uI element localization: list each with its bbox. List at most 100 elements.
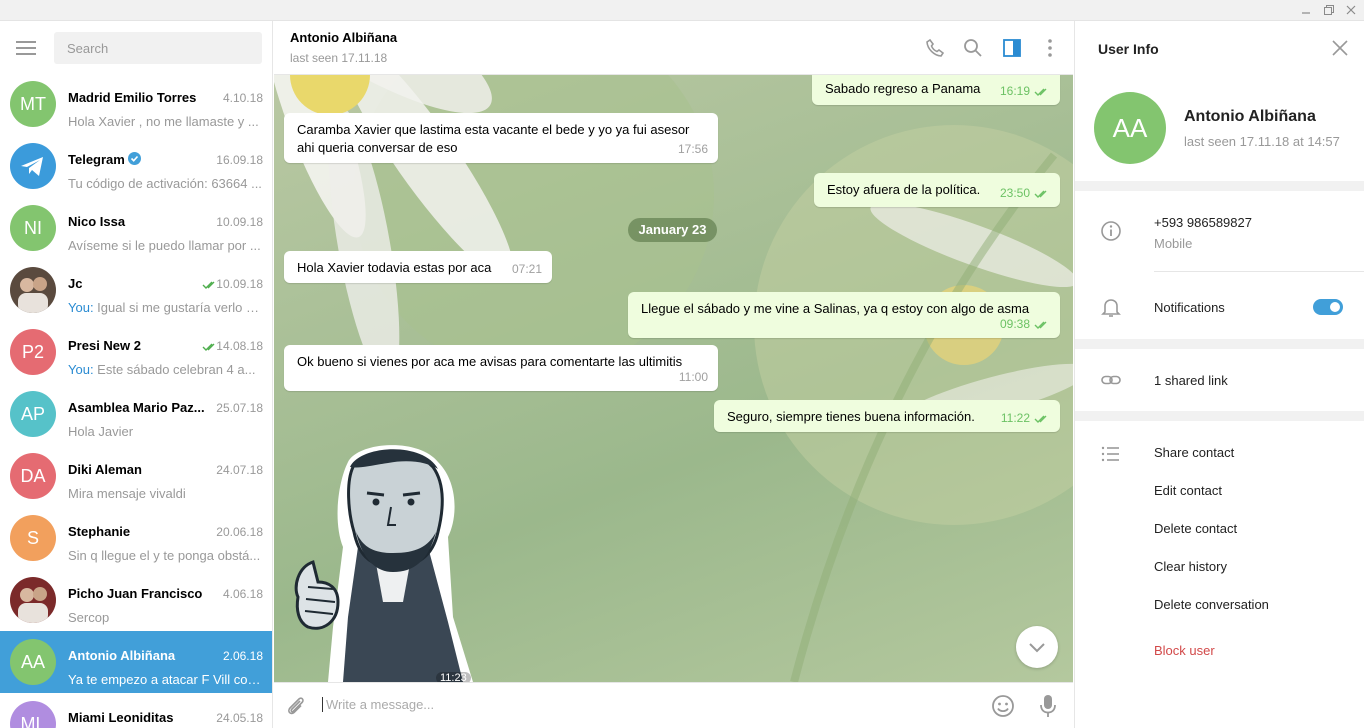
chat-name-text: Asamblea Mario Paz... (68, 400, 205, 415)
avatar: DA (10, 453, 56, 499)
contact-details-section: +593 986589827 Mobile Notifications (1075, 191, 1364, 339)
sidebar-toggle-icon[interactable] (1002, 38, 1022, 58)
search-input[interactable]: Search (54, 32, 262, 64)
sender-prefix: You: (68, 362, 98, 377)
message-time: 23:50 (999, 186, 1030, 200)
clear-history-action[interactable]: Clear history (1154, 559, 1227, 574)
message-text: Estoy afuera de la política. (827, 182, 981, 197)
message-text: Llegue el sábado y me vine a Salinas, ya… (641, 301, 1030, 316)
chat-name-text: Presi New 2 (68, 338, 141, 353)
message-text: Seguro, siempre tienes buena información… (727, 409, 975, 424)
emoji-icon[interactable] (991, 694, 1015, 718)
message-bubble[interactable]: Hola Xavier todavia estas por aca 07:21 (284, 251, 552, 283)
message-area[interactable]: Sabado regreso a Panama 16:19 Caramba Xa… (274, 75, 1073, 682)
chat-preview-text: Avíseme si le puedo llamar por ... (68, 238, 261, 253)
chat-preview: Hola Javier (68, 424, 263, 439)
sticker-time: 11:23 (436, 672, 471, 682)
chat-preview-text: Este sábado celebran 4 a... (97, 362, 256, 377)
chat-preview: Hola Xavier , no me llamaste y ... (68, 114, 263, 129)
chat-name: Jc (68, 276, 208, 291)
message-bubble[interactable]: Sabado regreso a Panama 16:19 (812, 75, 1060, 105)
double-check-icon (1034, 321, 1047, 329)
chat-preview-text: Igual si me gustaría verlo s... (97, 300, 263, 315)
delete-contact-action[interactable]: Delete contact (1154, 521, 1237, 536)
notifications-label: Notifications (1154, 300, 1225, 315)
chat-list-item[interactable]: Picho Juan Francisco 4.06.18 Sercop (0, 569, 272, 631)
chat-preview: You: Este sábado celebran 4 a... (68, 362, 263, 377)
edit-contact-action[interactable]: Edit contact (1154, 483, 1222, 498)
chat-list-item[interactable]: S Stephanie 20.06.18 Sin q llegue el y te p… (0, 507, 272, 569)
minimize-icon[interactable] (1299, 3, 1313, 17)
photo-avatar-icon (18, 587, 48, 623)
chat-name: Asamblea Mario Paz... (68, 400, 208, 415)
sender-prefix: You: (68, 300, 98, 315)
search-icon[interactable] (963, 38, 983, 58)
chat-list-item[interactable]: Jc 10.09.18 You: Igual si me gustaría verl… (0, 259, 272, 321)
peer-name[interactable]: Antonio Albiñana (290, 30, 397, 45)
chat-list-item[interactable]: P2 Presi New 2 14.08.18 You: Este sábado ce… (0, 321, 272, 383)
chat-date: 4.06.18 (222, 587, 263, 601)
chat-preview: Sin q llegue el y te ponga obstá... (68, 548, 263, 563)
avatar[interactable]: AA (1094, 92, 1166, 164)
telegram-logo-icon (21, 157, 43, 176)
avatar: AA (10, 639, 56, 685)
chat-list-item[interactable]: NI Nico Issa 10.09.18 Avíseme si le puedo l… (0, 197, 272, 259)
close-icon[interactable] (1332, 40, 1348, 56)
notifications-toggle[interactable] (1313, 299, 1343, 315)
microphone-icon[interactable] (1038, 694, 1058, 718)
chat-preview-text: Sercop (68, 610, 110, 625)
contact-name: Antonio Albiñana (1184, 108, 1316, 125)
scroll-down-button[interactable] (1016, 626, 1058, 668)
chat-preview-text: Hola Xavier , no me llamaste y ... (68, 114, 259, 129)
chat-list-item[interactable]: Telegram 16.09.18 Tu código de activación:… (0, 135, 272, 197)
paperclip-icon[interactable] (285, 695, 307, 717)
date-separator: January 23 (628, 218, 717, 242)
close-icon[interactable] (1344, 3, 1358, 17)
chat-name-text: Antonio Albiñana (68, 648, 176, 663)
message-text: Sabado regreso a Panama (825, 81, 981, 96)
chat-list-panel: Search MT Madrid Emilio Torres 4.10.18 Hola… (0, 21, 273, 728)
composer: Write a message... (274, 682, 1073, 728)
info-icon (1101, 221, 1121, 241)
lincoln-sticker[interactable] (288, 437, 478, 682)
avatar (10, 267, 56, 313)
message-bubble[interactable]: Caramba Xavier que lastima esta vacante … (284, 113, 718, 163)
chat-preview: Tu código de activación: 63664 ... (68, 176, 263, 191)
chat-date: 20.06.18 (216, 525, 263, 539)
message-bubble[interactable]: Ok bueno si vienes por aca me avisas par… (284, 345, 718, 391)
window-titlebar (0, 0, 1364, 21)
message-bubble[interactable]: Llegue el sábado y me vine a Salinas, ya… (628, 292, 1060, 338)
chat-list-item[interactable]: AA Antonio Albiñana 2.06.18 Ya te empezo a … (0, 631, 272, 693)
share-contact-action[interactable]: Share contact (1154, 445, 1234, 460)
message-input[interactable]: Write a message... (322, 697, 972, 712)
chat-date: 4.10.18 (222, 91, 263, 105)
delete-conversation-action[interactable]: Delete conversation (1154, 597, 1269, 612)
restore-icon[interactable] (1322, 3, 1336, 17)
chat-name: Picho Juan Francisco (68, 586, 208, 601)
avatar: S (10, 515, 56, 561)
chat-preview-text: Hola Javier (68, 424, 134, 439)
chat-date: 16.09.18 (216, 153, 263, 167)
hamburger-menu-icon[interactable] (16, 40, 38, 56)
more-vertical-icon[interactable] (1040, 38, 1060, 58)
phone-number[interactable]: +593 986589827 (1154, 215, 1252, 230)
chat-preview: You: Igual si me gustaría verlo s... (68, 300, 263, 315)
chat-list-item[interactable]: MT Madrid Emilio Torres 4.10.18 Hola Xavier… (0, 73, 272, 135)
chat-list-item[interactable]: DA Diki Aleman 24.07.18 Mira mensaje vivald… (0, 445, 272, 507)
peer-status: last seen 17.11.18 (290, 51, 388, 65)
actions-section: Share contact Edit contact Delete contac… (1075, 421, 1364, 728)
phone-icon[interactable] (925, 38, 945, 58)
chat-preview: Mira mensaje vivaldi (68, 486, 263, 501)
double-check-icon (1034, 415, 1047, 423)
chat-list-item[interactable]: ML Miami Leoniditas 24.05.18 (0, 693, 272, 728)
chat-preview-text: Sin q llegue el y te ponga obstá... (68, 548, 261, 563)
chat-list-item[interactable]: AP Asamblea Mario Paz... 25.07.18 Hola Javi… (0, 383, 272, 445)
message-time: 09:38 (999, 317, 1030, 331)
shared-links-item[interactable]: 1 shared link (1154, 373, 1228, 388)
message-bubble[interactable]: Estoy afuera de la política. 23:50 (814, 173, 1060, 207)
block-user-action[interactable]: Block user (1154, 643, 1215, 658)
verified-badge-icon (127, 152, 141, 165)
avatar (10, 577, 56, 623)
message-time: 11:00 (678, 370, 708, 384)
message-bubble[interactable]: Seguro, siempre tienes buena información… (714, 400, 1060, 432)
